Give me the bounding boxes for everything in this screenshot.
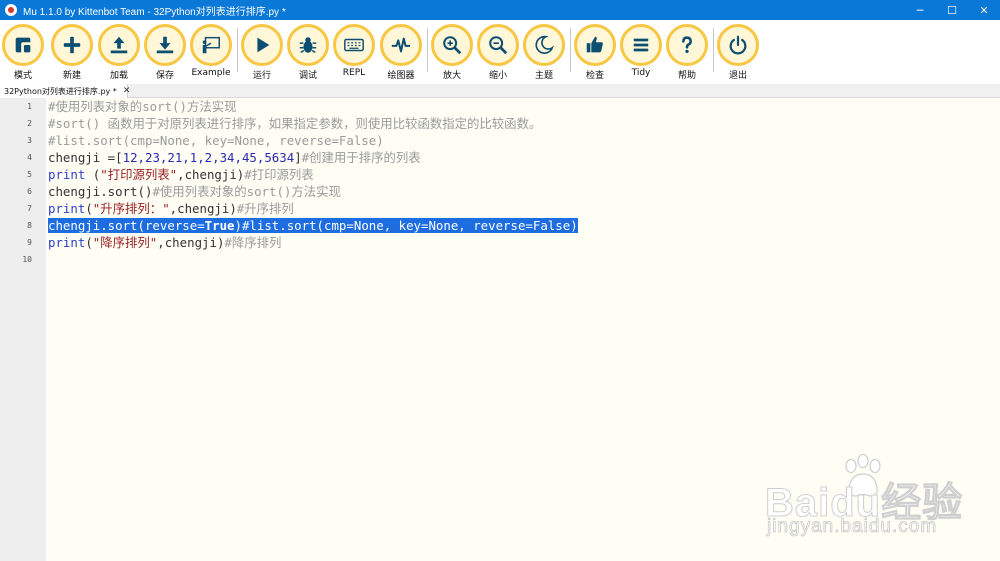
download-icon	[156, 36, 174, 54]
plotter-button[interactable]: 绘图器	[378, 24, 424, 82]
tab-file[interactable]: 32Python对列表进行排序.py * ✕	[0, 84, 131, 98]
code-string: "降序排列"	[92, 235, 158, 250]
keyboard-icon	[344, 38, 364, 52]
window-controls: ─ ☐ ✕	[904, 0, 1000, 20]
code-line[interactable]: print("升序排列：",chengji)#升序排列	[48, 200, 294, 217]
code-string: "升序排列："	[92, 201, 170, 216]
line-number: 8	[27, 221, 32, 230]
bug-icon	[299, 37, 317, 53]
question-icon	[682, 36, 692, 54]
code-text: chengji.sort()	[48, 184, 153, 199]
close-window-button[interactable]: ✕	[968, 0, 1000, 20]
code-text: (	[85, 167, 101, 182]
code-comment: #降序排列	[224, 235, 282, 250]
toolbar-separator	[237, 28, 238, 72]
code-line[interactable]: #list.sort(cmp=None, key=None, reverse=F…	[48, 132, 384, 149]
window-title: Mu 1.1.0 by Kittenbot Team - 32Python对列表…	[23, 6, 286, 18]
power-icon	[729, 35, 747, 55]
help-button[interactable]: 帮助	[664, 24, 710, 82]
play-icon	[257, 37, 270, 53]
theme-button[interactable]: 主题	[521, 24, 567, 82]
tab-bar: 32Python对列表进行排序.py * ✕	[0, 84, 1000, 98]
toolbar-separator	[570, 28, 571, 72]
line-number: 3	[27, 136, 32, 145]
title-bar: Mu 1.1.0 by Kittenbot Team - 32Python对列表…	[0, 0, 1000, 20]
watermark-url: jingyan.baidu.com	[767, 516, 938, 538]
close-tab-icon[interactable]: ✕	[123, 86, 131, 96]
pulse-icon	[391, 37, 411, 53]
code-line[interactable]: #sort() 函数用于对原列表进行排序，如果指定参数，则使用比较函数指定的比较…	[48, 115, 541, 132]
code-text: (	[85, 201, 93, 216]
minimize-button[interactable]: ─	[904, 0, 936, 20]
quit-label: 退出	[728, 71, 747, 81]
code-line[interactable]: #使用列表对象的sort()方法实现	[48, 98, 237, 115]
moon-icon	[535, 35, 555, 54]
line-number-gutter: 1 2 3 4 5 6 7 8 9 10	[0, 98, 46, 561]
code-line[interactable]: chengji =[12,23,21,1,2,34,45,5634]#创建用于排…	[48, 149, 421, 166]
line-number: 5	[27, 170, 32, 179]
line-number: 6	[27, 187, 32, 196]
code-text: ,chengji)	[177, 167, 245, 182]
code-line[interactable]: print ("打印源列表",chengji)#打印源列表	[48, 166, 314, 183]
toolbar-separator	[427, 28, 428, 72]
code-text: ]	[294, 150, 302, 165]
mu-app-icon	[5, 4, 17, 16]
list-icon	[633, 38, 649, 52]
tab-label: 32Python对列表进行排序.py *	[4, 86, 117, 96]
line-number: 10	[22, 255, 32, 264]
code-text: chengji =[	[48, 150, 123, 165]
selected-text: )#list.sort(cmp=None, key=None, reverse=…	[234, 218, 578, 233]
presentation-icon	[202, 36, 220, 54]
code-keyword: print	[48, 201, 86, 216]
zoom-out-icon	[489, 36, 508, 55]
code-comment: #list.sort(cmp=None, key=None, reverse=F…	[48, 133, 384, 148]
toolbar: 模式 新建 加载 保存 Example 运行 调试 REPL 绘图器 放大 缩小…	[0, 20, 1000, 84]
line-number: 7	[27, 204, 32, 213]
upload-icon	[110, 36, 128, 54]
mode-icon	[15, 37, 31, 53]
code-comment: #创建用于排序的列表	[301, 150, 421, 165]
line-number: 4	[27, 153, 32, 162]
code-comment: #升序排列	[236, 201, 294, 216]
code-text: (	[85, 235, 93, 250]
line-number: 1	[27, 102, 32, 111]
toolbar-separator	[713, 28, 714, 72]
thumbs-up-icon	[586, 36, 603, 53]
code-line[interactable]: print("降序排列",chengji)#降序排列	[48, 234, 281, 251]
code-comment: #使用列表对象的sort()方法实现	[48, 99, 237, 114]
selected-code-line[interactable]: chengji.sort(reverse=True)#list.sort(cmp…	[48, 217, 578, 234]
line-number: 2	[27, 119, 32, 128]
code-keyword: print	[48, 167, 86, 182]
code-text: ,chengji)	[157, 235, 225, 250]
example-button[interactable]: Example	[188, 24, 234, 82]
line-number: 9	[27, 238, 32, 247]
mode-button[interactable]: 模式	[0, 24, 46, 82]
code-keyword: print	[48, 235, 86, 250]
code-comment: #使用列表对象的sort()方法实现	[152, 184, 341, 199]
quit-button[interactable]: 退出	[715, 24, 761, 82]
code-string: "打印源列表"	[100, 167, 178, 182]
zoom-in-icon	[443, 36, 462, 55]
baidu-jingyan-watermark: Baidu经验 jingyan.baidu.com	[764, 452, 985, 542]
code-number: 12,23,21,1,2,34,45,5634	[122, 150, 295, 165]
code-text: ,chengji)	[169, 201, 237, 216]
code-comment: #打印源列表	[244, 167, 314, 182]
selected-text-keyword: True	[204, 218, 235, 233]
selected-text: chengji.sort(reverse=	[48, 218, 205, 233]
plus-icon	[63, 36, 81, 54]
code-comment: #sort() 函数用于对原列表进行排序，如果指定参数，则使用比较函数指定的比较…	[48, 116, 542, 131]
maximize-button[interactable]: ☐	[936, 0, 968, 20]
code-line[interactable]: chengji.sort()#使用列表对象的sort()方法实现	[48, 183, 341, 200]
